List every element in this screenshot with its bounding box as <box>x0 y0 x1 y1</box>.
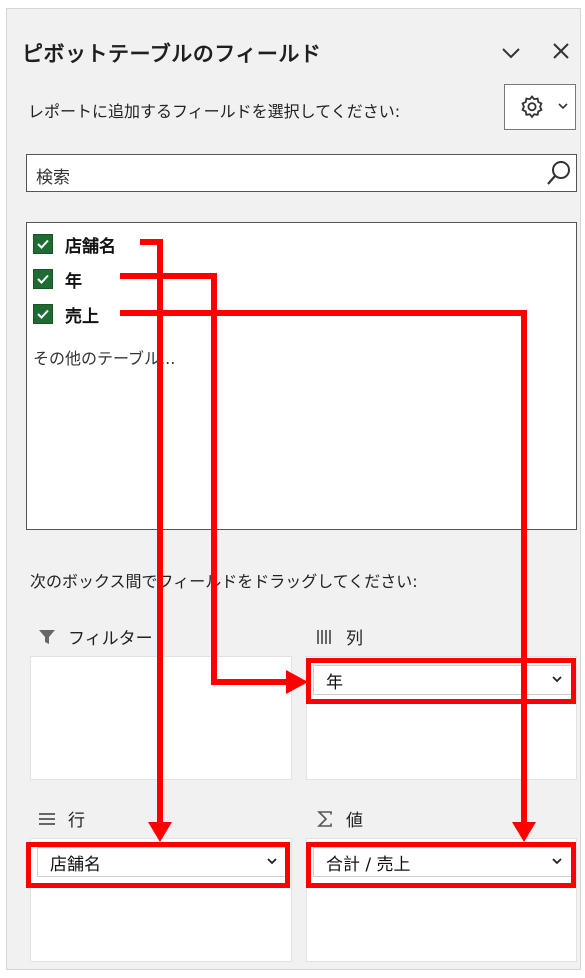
field-search-input[interactable]: 検索 <box>26 154 577 192</box>
search-icon[interactable] <box>545 159 573 191</box>
field-list: 店舗名 年 売上 その他のテーブル... <box>26 222 577 530</box>
field-label: 店舗名 <box>65 236 116 257</box>
search-placeholder: 検索 <box>36 168 70 188</box>
rows-pill-highlight <box>26 842 290 888</box>
values-pill-highlight <box>306 842 576 888</box>
settings-button[interactable] <box>504 84 576 130</box>
columns-pill-highlight <box>306 658 576 704</box>
values-area-label: 値 <box>346 811 363 831</box>
rows-area-header: 行 <box>36 806 85 831</box>
field-select-instruction: レポートに追加するフィールドを選択してください: <box>28 102 401 121</box>
filters-drop-area[interactable] <box>30 656 292 780</box>
field-label: 売上 <box>65 306 99 327</box>
checkbox-checked-icon[interactable] <box>33 269 53 289</box>
drag-instruction: 次のボックス間でフィールドをドラッグしてください: <box>30 572 418 591</box>
values-area-header: 値 <box>314 806 363 831</box>
filter-icon <box>36 627 58 647</box>
columns-area-label: 列 <box>346 629 363 649</box>
more-tables-link[interactable]: その他のテーブル... <box>33 345 175 369</box>
pane-title: ピボットテーブルのフィールド <box>22 42 322 66</box>
checkbox-checked-icon[interactable] <box>33 304 53 324</box>
filters-area-label: フィルター <box>68 629 153 649</box>
sigma-icon <box>314 809 336 829</box>
rows-area-label: 行 <box>68 811 85 831</box>
pane-options-chevron-icon[interactable] <box>498 40 524 66</box>
field-item[interactable]: 年 <box>33 266 82 292</box>
columns-icon <box>314 627 336 647</box>
field-item[interactable]: 売上 <box>33 301 99 327</box>
columns-area-header: 列 <box>314 624 363 649</box>
gear-icon <box>519 94 545 124</box>
field-label: 年 <box>65 271 82 292</box>
filters-area-header: フィルター <box>36 624 153 649</box>
chevron-down-icon <box>557 97 569 116</box>
close-icon[interactable] <box>548 38 574 64</box>
rows-icon <box>36 809 58 829</box>
checkbox-checked-icon[interactable] <box>33 234 53 254</box>
field-item[interactable]: 店舗名 <box>33 231 116 257</box>
